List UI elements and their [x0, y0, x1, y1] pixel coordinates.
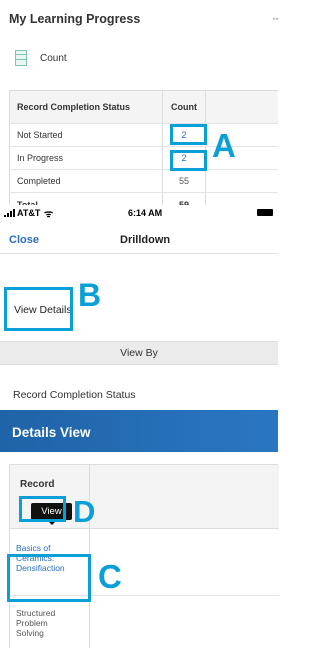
column-header-record: Record: [20, 479, 55, 490]
details-view-panel: Details View Basics of Ceramics: Densifi…: [0, 410, 279, 648]
table-row: In Progress 2: [10, 146, 278, 169]
table-header-row: Record Completion Status Count: [10, 91, 278, 123]
status-cell: Completed: [10, 170, 163, 192]
group-option[interactable]: Record Completion Status: [13, 389, 136, 401]
ellipsis-icon[interactable]: ··: [272, 11, 279, 25]
highlight-box: [19, 496, 66, 522]
highlight-box: [170, 150, 207, 171]
nav-title: Drilldown: [120, 234, 171, 246]
annotation-label: A: [212, 127, 236, 164]
column-header-status: Record Completion Status: [10, 91, 163, 123]
clock: 6:14 AM: [128, 208, 163, 218]
empty-cell: [206, 91, 278, 123]
battery-icon: [257, 209, 273, 216]
view-by-label: View By: [120, 347, 158, 359]
table-row: Completed 55: [10, 169, 278, 192]
table-row: Not Started 2: [10, 123, 278, 146]
carrier-name: AT&T: [17, 208, 41, 218]
details-title: Details View: [12, 425, 91, 440]
panel-title: My Learning Progress: [9, 12, 141, 26]
status-bar: AT&T ᯤ 6:14 AM: [0, 205, 278, 223]
wifi-icon: ᯤ: [44, 209, 54, 220]
status-cell: Not Started: [10, 124, 163, 146]
divider: [0, 253, 278, 254]
drilldown-panel: AT&T ᯤ 6:14 AM Close Drilldown View Deta…: [0, 205, 278, 409]
column-header-count: Count: [163, 91, 206, 123]
annotation-label: C: [98, 558, 122, 595]
progress-table: Record Completion Status Count Not Start…: [9, 90, 278, 217]
annotation-label: B: [78, 277, 102, 313]
highlight-box: [170, 124, 207, 145]
annotation-label: D: [73, 494, 96, 529]
details-body: Basics of Ceramics: Densifiaction Struct…: [0, 452, 279, 648]
empty-cell: [206, 170, 278, 192]
signal-icon: [4, 209, 15, 217]
status-cell: In Progress: [10, 147, 163, 169]
view-by-bar: View By: [0, 341, 278, 365]
count-label: Count: [40, 53, 67, 64]
learning-progress-panel: My Learning Progress ·· Count Record Com…: [0, 0, 279, 217]
table-icon: [15, 50, 27, 66]
count-value: 55: [178, 176, 189, 186]
count-cell: 55: [163, 170, 206, 192]
close-button[interactable]: Close: [9, 234, 39, 246]
highlight-box: [7, 554, 91, 602]
details-header: Details View: [0, 410, 278, 452]
highlight-box: [4, 287, 73, 331]
